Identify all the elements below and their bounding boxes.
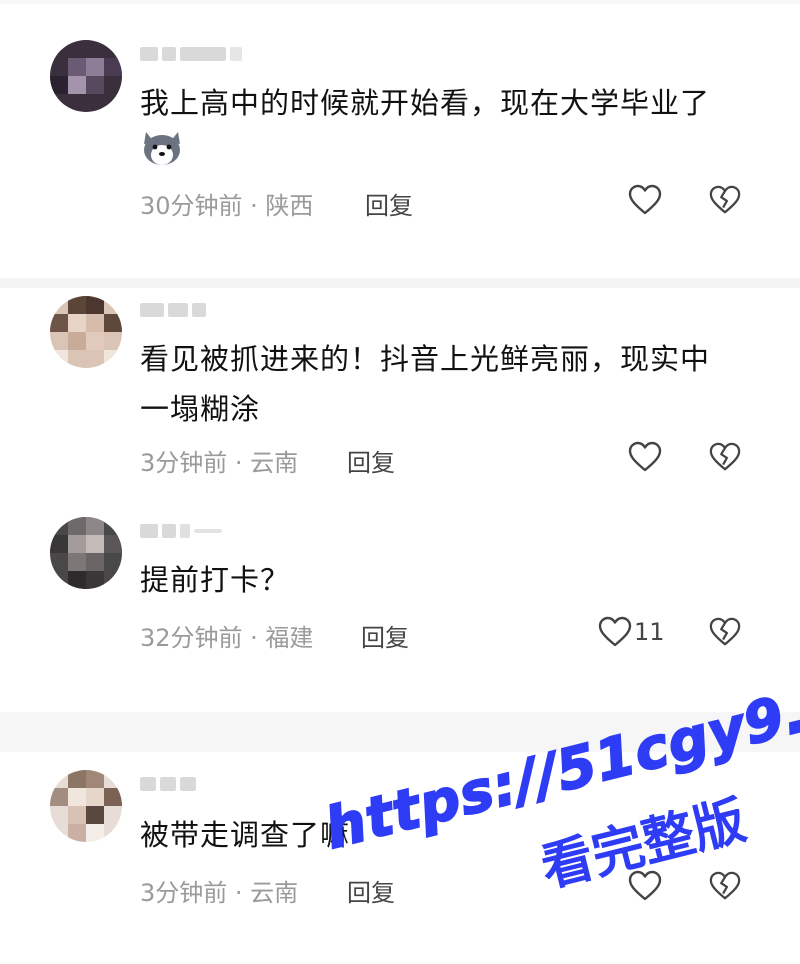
husky-dog-emoji: [144, 132, 180, 165]
dislike-button[interactable]: [709, 616, 741, 648]
heart-outline-icon: [628, 441, 662, 472]
avatar[interactable]: [50, 40, 122, 112]
reply-button[interactable]: 回复: [347, 873, 395, 908]
comment-text: 提前打卡？: [140, 563, 291, 597]
divider: [0, 712, 800, 752]
reply-button[interactable]: 回复: [361, 618, 409, 653]
dislike-button[interactable]: [709, 184, 741, 216]
heart-outline-icon: [628, 870, 662, 901]
heart-outline-icon: [628, 184, 662, 215]
broken-heart-icon: [709, 442, 741, 471]
reply-button[interactable]: 回复: [365, 186, 413, 221]
top-divider: [0, 0, 800, 4]
comment-meta: 32分钟前 · 福建: [140, 624, 314, 652]
avatar[interactable]: [50, 770, 122, 842]
comment-text: 我上高中的时候就开始看，现在大学毕业了: [140, 86, 711, 120]
like-button[interactable]: [628, 441, 664, 473]
comment-meta: 3分钟前 · 云南: [140, 879, 299, 907]
dislike-button[interactable]: [709, 870, 741, 902]
broken-heart-icon: [709, 617, 741, 646]
comment-meta: 30分钟前 · 陕西: [140, 192, 314, 220]
comment-text: 被带走调查了嘛: [140, 818, 351, 852]
like-button[interactable]: [628, 184, 664, 216]
divider: [0, 278, 800, 288]
like-button[interactable]: 11: [598, 616, 665, 648]
username-blurred[interactable]: [140, 521, 222, 541]
avatar[interactable]: [50, 517, 122, 589]
broken-heart-icon: [709, 185, 741, 214]
broken-heart-icon: [709, 871, 741, 900]
dislike-button[interactable]: [709, 441, 741, 473]
username-blurred[interactable]: [140, 300, 206, 320]
username-blurred[interactable]: [140, 44, 242, 64]
like-count: 11: [634, 618, 665, 646]
heart-outline-icon: [598, 616, 632, 647]
like-button[interactable]: [628, 870, 664, 902]
comment-meta: 3分钟前 · 云南: [140, 449, 299, 477]
reply-button[interactable]: 回复: [347, 443, 395, 478]
comment-text: 看见被抓进来的！抖音上光鲜亮丽，现实中一塌糊涂: [140, 342, 711, 426]
avatar[interactable]: [50, 296, 122, 368]
username-blurred[interactable]: [140, 774, 196, 794]
